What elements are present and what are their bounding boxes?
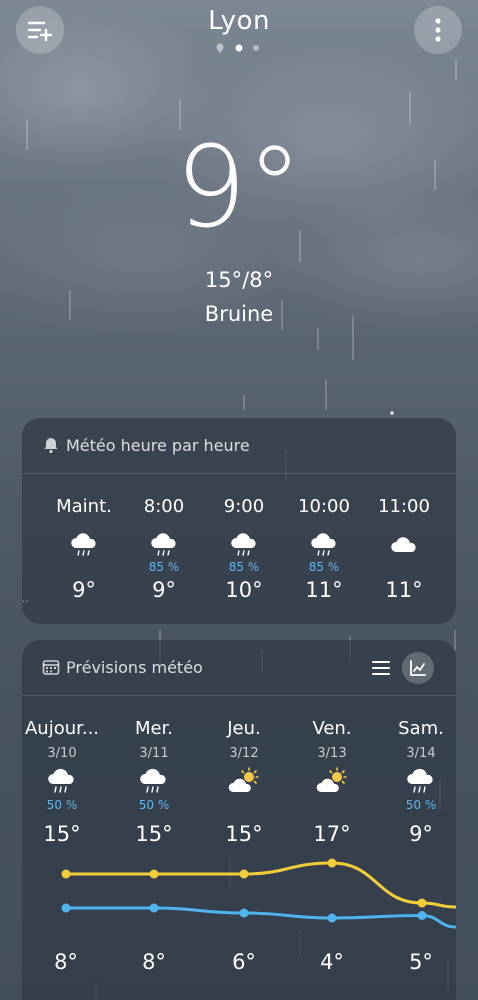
bell-icon — [44, 438, 58, 454]
day-date: 3/13 — [317, 746, 347, 761]
high-temp-line — [66, 861, 456, 909]
day-name: Mer. — [134, 718, 174, 739]
day-item[interactable]: Jeu. 3/12 15° — [196, 718, 292, 858]
day-date: 3/10 — [47, 746, 77, 761]
weather-condition: Bruine — [204, 302, 274, 326]
daily-forecast-card[interactable]: Prévisions météo Aujour... 3/10 50 % 15°… — [22, 640, 456, 1000]
day-precipitation: 50 % — [46, 798, 78, 812]
day-item[interactable]: Ven. 3/13 17° — [284, 718, 380, 858]
low-temp-point — [239, 908, 249, 918]
low-temp-point — [61, 903, 71, 913]
high-temp-point — [61, 869, 71, 879]
high-temp-point — [417, 898, 427, 908]
day-name: Jeu. — [227, 718, 261, 739]
low-temp-point — [327, 913, 337, 923]
more-vertical-icon — [435, 18, 441, 42]
low-temperature-row: 8° 8° 6° 4° 5° — [22, 950, 456, 980]
hour-temperature: 11° — [305, 578, 343, 602]
high-temp-point — [239, 869, 249, 879]
low-temp-line — [65, 906, 456, 929]
day-name: Ven. — [312, 718, 352, 739]
hourly-card-title: Météo heure par heure — [66, 436, 250, 455]
location-pin-icon — [216, 43, 224, 53]
forecast-card-title: Prévisions météo — [66, 658, 203, 677]
temperature-trend-chart — [61, 858, 456, 929]
rain-cloud-icon — [71, 533, 96, 556]
page-indicator[interactable] — [214, 42, 264, 54]
rain-cloud-icon — [311, 533, 336, 556]
day-high-temperature: 15° — [135, 822, 173, 846]
day-item[interactable]: Sam. 3/14 50 % 9° — [373, 718, 469, 858]
rain-cloud-icon — [48, 768, 74, 793]
more-options-button[interactable] — [414, 6, 462, 54]
hour-time: 8:00 — [143, 496, 185, 517]
current-temperature: 9° — [175, 123, 303, 253]
hour-item[interactable]: 10:00 85 % 11° — [284, 496, 364, 616]
hour-time: 9:00 — [223, 496, 265, 517]
city-name[interactable]: Lyon — [0, 6, 478, 36]
hour-time: 10:00 — [298, 496, 350, 517]
cloud-icon — [391, 537, 416, 552]
hour-temperature: 10° — [225, 578, 263, 602]
hourly-forecast-card[interactable]: Météo heure par heure Maint. 9° 8:00 85 … — [22, 418, 456, 624]
day-date: 3/12 — [229, 746, 259, 761]
hour-precipitation: 85 % — [228, 560, 260, 574]
partly-sunny-icon — [228, 767, 259, 792]
hour-item[interactable]: 8:00 85 % 9° — [124, 496, 204, 616]
hour-temperature: 11° — [385, 578, 423, 602]
rain-cloud-icon — [151, 533, 176, 556]
hour-temperature: 9° — [152, 578, 176, 602]
day-date: 3/11 — [139, 746, 169, 761]
day-name: Sam. — [398, 718, 444, 739]
rain-cloud-icon — [231, 533, 256, 556]
hour-time: 11:00 — [378, 496, 430, 517]
day-low-temperature: 5° — [409, 950, 433, 974]
chart-view-button[interactable] — [402, 652, 434, 684]
day-high-temperature: 9° — [409, 822, 433, 846]
day-low-temperature: 6° — [232, 950, 256, 974]
calendar-icon — [42, 660, 60, 675]
partly-sunny-icon — [316, 767, 347, 792]
day-low-temperature: 4° — [320, 950, 344, 974]
hour-precipitation: 85 % — [308, 560, 340, 574]
rain-cloud-icon — [407, 768, 433, 793]
rain-cloud-icon — [140, 768, 166, 793]
day-precipitation: 50 % — [405, 798, 437, 812]
hourly-card-header: Météo heure par heure — [22, 418, 456, 474]
hour-time: Maint. — [56, 496, 112, 517]
day-name: Aujour... — [24, 718, 100, 739]
high-low-temperature: 15°/8° — [204, 268, 274, 292]
hour-item[interactable]: 9:00 85 % 10° — [204, 496, 284, 616]
day-high-temperature: 17° — [313, 822, 351, 846]
day-high-temperature: 15° — [225, 822, 263, 846]
line-chart-icon — [410, 660, 426, 676]
hour-precipitation: 85 % — [148, 560, 180, 574]
scroll-hint: .. — [22, 594, 29, 605]
hour-item[interactable]: Maint. 9° — [44, 496, 124, 616]
day-low-temperature: 8° — [54, 950, 78, 974]
forecast-card-header: Prévisions météo — [22, 640, 456, 696]
day-high-temperature: 15° — [43, 822, 81, 846]
high-temp-point — [327, 858, 337, 868]
hour-item[interactable]: 11:00 11° — [364, 496, 444, 616]
day-item[interactable]: Aujour... 3/10 50 % 15° — [14, 718, 110, 858]
day-precipitation: 50 % — [138, 798, 170, 812]
high-temp-point — [149, 869, 159, 879]
hour-temperature: 9° — [72, 578, 96, 602]
day-low-temperature: 8° — [142, 950, 166, 974]
day-date: 3/14 — [406, 746, 436, 761]
low-temp-point — [417, 911, 427, 920]
low-temp-point — [149, 903, 159, 913]
list-icon[interactable] — [370, 658, 392, 678]
day-item[interactable]: Mer. 3/11 50 % 15° — [106, 718, 202, 858]
